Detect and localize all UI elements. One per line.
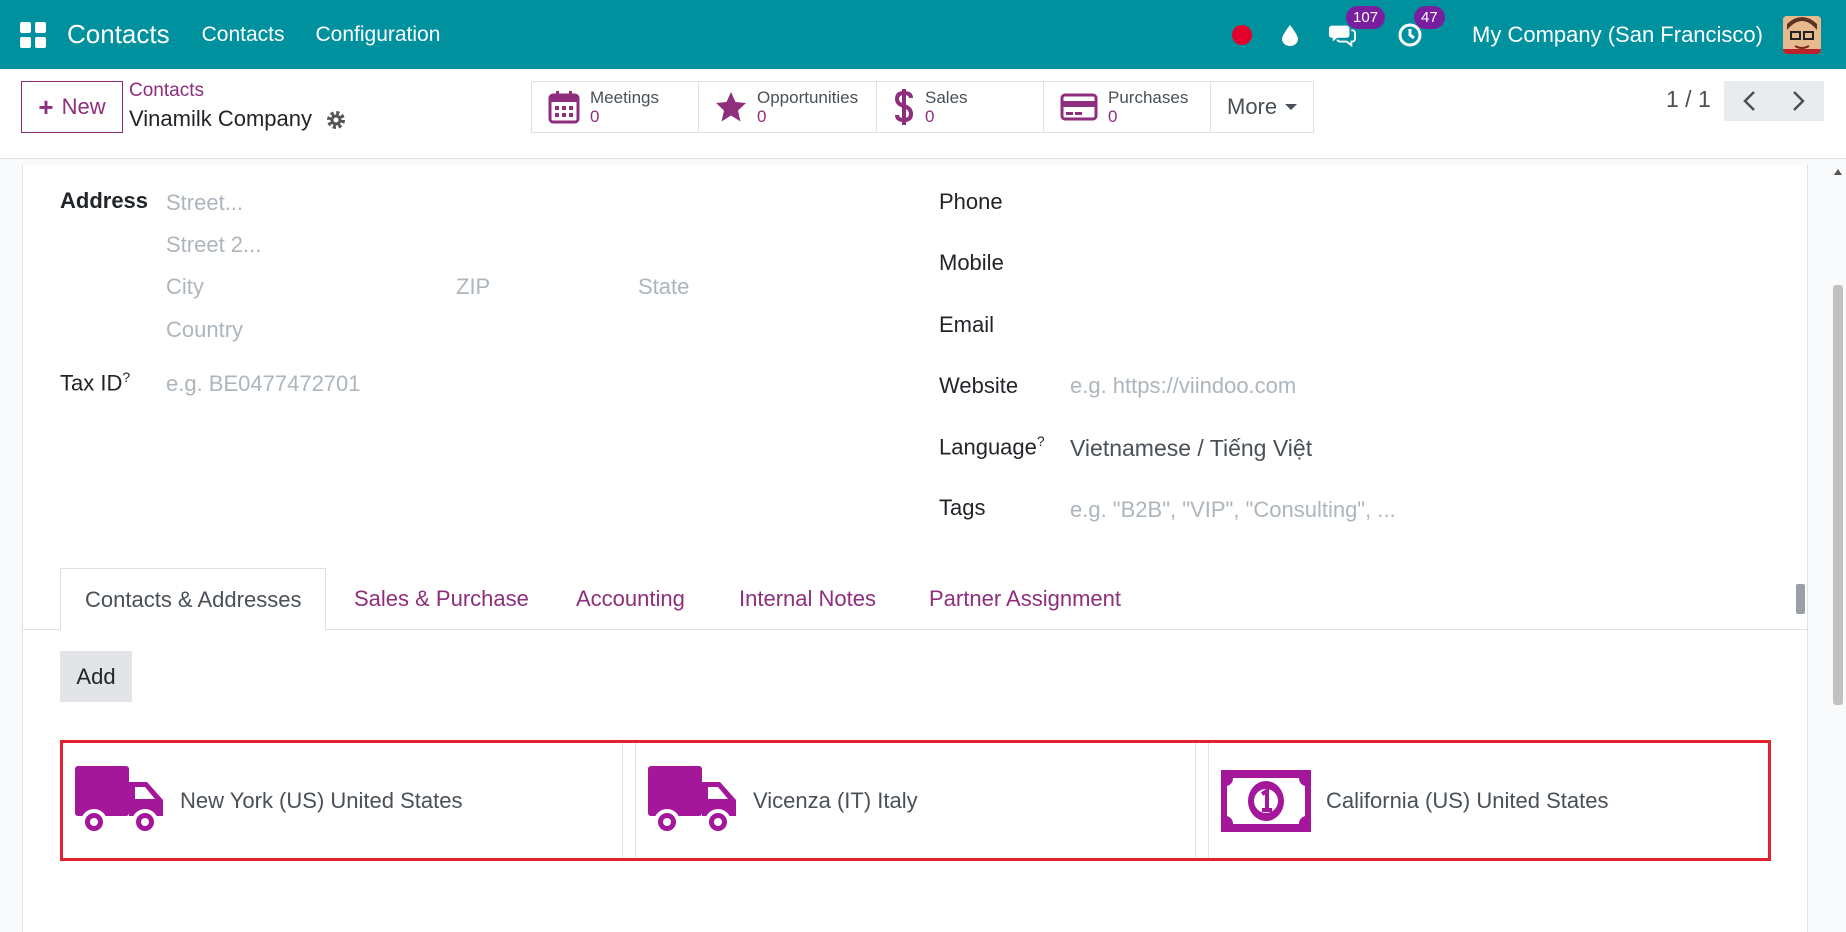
- language-label: Language?: [939, 433, 1045, 460]
- tab-accounting[interactable]: Accounting: [576, 568, 685, 630]
- zip-input[interactable]: ZIP: [456, 274, 490, 300]
- tags-label: Tags: [939, 495, 986, 520]
- chat-icon[interactable]: 107: [1328, 5, 1386, 49]
- address-cards: New York (US) United States Vicenza (IT)…: [60, 740, 1771, 861]
- notebook-tabs: Contacts & Addresses Sales & Purchase Ac…: [23, 568, 1807, 631]
- dollar-icon: [894, 89, 914, 125]
- tab-internal-notes[interactable]: Internal Notes: [739, 568, 876, 630]
- tax-id-input[interactable]: e.g. BE0477472701: [166, 371, 361, 397]
- company-switcher[interactable]: My Company (San Francisco): [1472, 22, 1763, 48]
- delivery-truck-icon: [75, 765, 163, 835]
- phone-label: Phone: [939, 189, 1003, 214]
- page-scrollbar[interactable]: [1830, 165, 1846, 932]
- opportunities-smart-button[interactable]: Opportunities 0: [699, 82, 877, 132]
- chevron-right-icon: [1793, 91, 1805, 111]
- app-title[interactable]: Contacts: [67, 19, 170, 50]
- menu-configuration[interactable]: Configuration: [315, 23, 440, 47]
- opportunities-count: 0: [757, 107, 767, 126]
- meetings-smart-button[interactable]: Meetings 0: [532, 82, 699, 132]
- help-tooltip-icon[interactable]: ?: [122, 369, 130, 385]
- credit-card-icon: [1060, 93, 1098, 121]
- purchases-count: 0: [1108, 107, 1118, 126]
- pager-value[interactable]: 1 / 1: [1666, 86, 1711, 113]
- invoice-money-icon: [1221, 769, 1311, 832]
- more-label: More: [1227, 94, 1278, 119]
- address-card-name: New York (US) United States: [180, 787, 463, 813]
- apps-menu-icon[interactable]: [20, 21, 46, 48]
- website-label: Website: [939, 373, 1019, 398]
- language-select[interactable]: Vietnamese / Tiếng Việt: [1070, 435, 1312, 462]
- address-card-name: California (US) United States: [1326, 787, 1609, 813]
- city-input[interactable]: City: [166, 274, 204, 300]
- meetings-count: 0: [590, 107, 600, 126]
- sales-label: Sales: [925, 88, 968, 107]
- email-label: Email: [939, 312, 995, 337]
- breadcrumb-contacts[interactable]: Contacts: [129, 80, 204, 102]
- address-card-name: Vicenza (IT) Italy: [753, 787, 918, 813]
- mobile-label: Mobile: [939, 250, 1004, 275]
- menu-contacts[interactable]: Contacts: [202, 23, 285, 47]
- address-card[interactable]: New York (US) United States: [63, 743, 623, 858]
- sales-count: 0: [925, 107, 935, 126]
- address-card[interactable]: California (US) United States: [1208, 743, 1768, 858]
- help-tooltip-icon[interactable]: ?: [1037, 433, 1045, 449]
- purchases-smart-button[interactable]: Purchases 0: [1044, 82, 1211, 132]
- scroll-up-arrow-icon[interactable]: [1834, 169, 1842, 175]
- address-label: Address: [60, 188, 149, 213]
- country-select[interactable]: Country: [166, 317, 243, 343]
- tab-partner-assignment[interactable]: Partner Assignment: [929, 568, 1121, 630]
- street-input[interactable]: Street...: [166, 190, 243, 216]
- sales-smart-button[interactable]: Sales 0: [877, 82, 1044, 132]
- form-sheet: Address Street... Street 2... City ZIP S…: [22, 165, 1808, 932]
- activity-count-badge: 47: [1414, 5, 1445, 29]
- opportunities-label: Opportunities: [757, 88, 859, 107]
- star-icon: [716, 92, 746, 122]
- chevron-left-icon: [1743, 91, 1755, 111]
- tab-contacts-addresses[interactable]: Contacts & Addresses: [60, 568, 327, 631]
- scrollbar-thumb[interactable]: [1833, 285, 1843, 705]
- activity-clock-icon[interactable]: 47: [1396, 5, 1445, 49]
- top-navbar: Contacts Contacts Configuration 107 47 M…: [0, 0, 1846, 69]
- pager-next-button[interactable]: [1774, 81, 1824, 121]
- gear-icon[interactable]: [325, 109, 347, 136]
- caret-down-icon: [1285, 104, 1298, 110]
- new-button-label: New: [61, 94, 106, 119]
- add-contact-button[interactable]: Add: [60, 651, 132, 702]
- smart-buttons: Meetings 0 Opportunities 0 Sales 0 Purchase…: [531, 81, 1315, 133]
- plus-icon: +: [38, 91, 54, 122]
- tax-id-label: Tax ID?: [60, 369, 131, 396]
- more-button[interactable]: More: [1211, 82, 1313, 132]
- street2-input[interactable]: Street 2...: [166, 232, 261, 258]
- chat-count-badge: 107: [1346, 5, 1386, 29]
- user-avatar[interactable]: [1783, 15, 1821, 54]
- tags-input[interactable]: e.g. "B2B", "VIP", "Consulting", ...: [1070, 497, 1396, 523]
- new-button[interactable]: + New: [21, 81, 123, 133]
- meetings-label: Meetings: [590, 88, 659, 107]
- purchases-label: Purchases: [1108, 88, 1189, 107]
- website-input[interactable]: e.g. https://viindoo.com: [1070, 373, 1296, 399]
- state-select[interactable]: State: [638, 274, 689, 300]
- record-icon[interactable]: [1232, 24, 1253, 45]
- pager-previous-button[interactable]: [1724, 81, 1774, 121]
- address-card[interactable]: Vicenza (IT) Italy: [635, 743, 1196, 858]
- delivery-truck-icon: [648, 765, 736, 835]
- water-drop-icon[interactable]: [1276, 21, 1304, 49]
- record-name: Vinamilk Company: [129, 106, 313, 131]
- calendar-icon: [548, 91, 580, 124]
- tab-sales-purchase[interactable]: Sales & Purchase: [354, 568, 529, 630]
- tabs-scrollbar[interactable]: [1793, 568, 1807, 628]
- control-panel: + New Contacts Vinamilk Company Meetings 0…: [0, 69, 1846, 159]
